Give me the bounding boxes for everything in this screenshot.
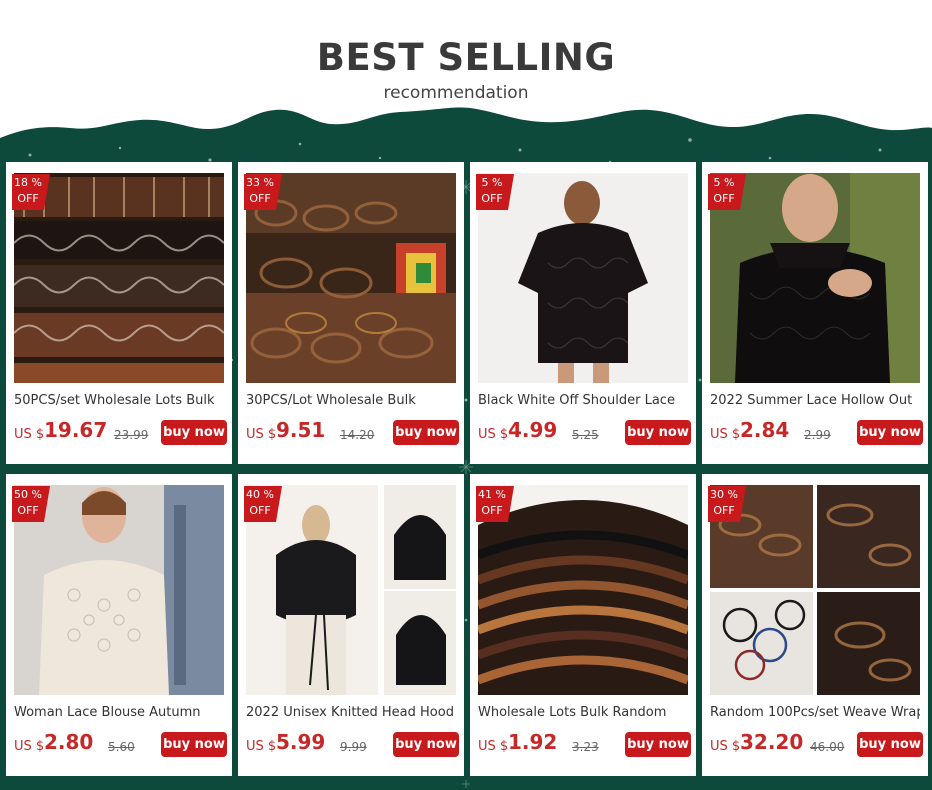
buy-now-button[interactable]: buy now [161, 732, 227, 757]
original-price: 9.99 [340, 740, 367, 754]
sale-price: 32.20 [740, 730, 804, 754]
currency-label: US $ [478, 739, 509, 754]
product-name[interactable]: 2022 Unisex Knitted Head Hood [246, 705, 456, 720]
original-price: 14.20 [340, 428, 375, 442]
discount-badge: 5 % OFF [708, 174, 746, 210]
buy-now-button[interactable]: buy now [161, 420, 227, 445]
product-name[interactable]: Random 100Pcs/set Weave Wrap [710, 705, 920, 720]
product-grid: 18 % OFF 50PCS/set Wholesale Lots Bulk U… [0, 0, 932, 790]
original-price: 23.99 [114, 428, 149, 442]
original-price: 3.23 [572, 740, 599, 754]
price-row: US $ 2.84 2.99 buy now [710, 418, 923, 450]
product-card[interactable]: 18 % OFF 50PCS/set Wholesale Lots Bulk U… [6, 162, 232, 464]
discount-badge: 40 % OFF [244, 486, 282, 522]
discount-badge: 41 % OFF [476, 486, 514, 522]
price-row: US $ 4.99 5.25 buy now [478, 418, 691, 450]
product-name[interactable]: 2022 Summer Lace Hollow Out [710, 393, 920, 408]
discount-badge: 30 % OFF [708, 486, 746, 522]
sale-price: 4.99 [508, 418, 558, 442]
product-card[interactable]: 5 % OFF Black White Off Shoulder Lace US… [470, 162, 696, 464]
currency-label: US $ [246, 427, 277, 442]
currency-label: US $ [246, 739, 277, 754]
discount-badge: 50 % OFF [12, 486, 50, 522]
original-price: 46.00 [810, 740, 845, 754]
discount-badge: 33 % OFF [244, 174, 282, 210]
product-name[interactable]: Wholesale Lots Bulk Random [478, 705, 688, 720]
original-price: 5.25 [572, 428, 599, 442]
sale-price: 5.99 [276, 730, 326, 754]
price-row: US $ 9.51 14.20 buy now [246, 418, 459, 450]
sale-price: 2.84 [740, 418, 790, 442]
buy-now-button[interactable]: buy now [857, 732, 923, 757]
product-card[interactable]: 41 % OFF Wholesale Lots Bulk Random US $… [470, 474, 696, 776]
currency-label: US $ [14, 427, 45, 442]
currency-label: US $ [710, 427, 741, 442]
currency-label: US $ [478, 427, 509, 442]
currency-label: US $ [710, 739, 741, 754]
buy-now-button[interactable]: buy now [625, 732, 691, 757]
product-name[interactable]: 50PCS/set Wholesale Lots Bulk [14, 393, 224, 408]
product-card[interactable]: 33 % OFF 30PCS/Lot Wholesale Bulk US $ 9… [238, 162, 464, 464]
original-price: 5.60 [108, 740, 135, 754]
product-name[interactable]: Black White Off Shoulder Lace [478, 393, 688, 408]
sale-price: 19.67 [44, 418, 108, 442]
buy-now-button[interactable]: buy now [625, 420, 691, 445]
sale-price: 9.51 [276, 418, 326, 442]
product-card[interactable]: 30 % OFF Random 100Pcs/set Weave Wrap US… [702, 474, 928, 776]
price-row: US $ 5.99 9.99 buy now [246, 730, 459, 762]
price-row: US $ 1.92 3.23 buy now [478, 730, 691, 762]
discount-badge: 18 % OFF [12, 174, 50, 210]
product-name[interactable]: Woman Lace Blouse Autumn [14, 705, 224, 720]
buy-now-button[interactable]: buy now [393, 420, 459, 445]
original-price: 2.99 [804, 428, 831, 442]
currency-label: US $ [14, 739, 45, 754]
product-card[interactable]: 40 % OFF 2022 Unisex Knitted Head Hood U… [238, 474, 464, 776]
product-card[interactable]: 50 % OFF Woman Lace Blouse Autumn US $ 2… [6, 474, 232, 776]
price-row: US $ 32.20 46.00 buy now [710, 730, 923, 762]
sale-price: 1.92 [508, 730, 558, 754]
sale-price: 2.80 [44, 730, 94, 754]
price-row: US $ 19.67 23.99 buy now [14, 418, 227, 450]
discount-badge: 5 % OFF [476, 174, 514, 210]
product-name[interactable]: 30PCS/Lot Wholesale Bulk [246, 393, 456, 408]
buy-now-button[interactable]: buy now [393, 732, 459, 757]
price-row: US $ 2.80 5.60 buy now [14, 730, 227, 762]
product-card[interactable]: 5 % OFF 2022 Summer Lace Hollow Out US $… [702, 162, 928, 464]
buy-now-button[interactable]: buy now [857, 420, 923, 445]
